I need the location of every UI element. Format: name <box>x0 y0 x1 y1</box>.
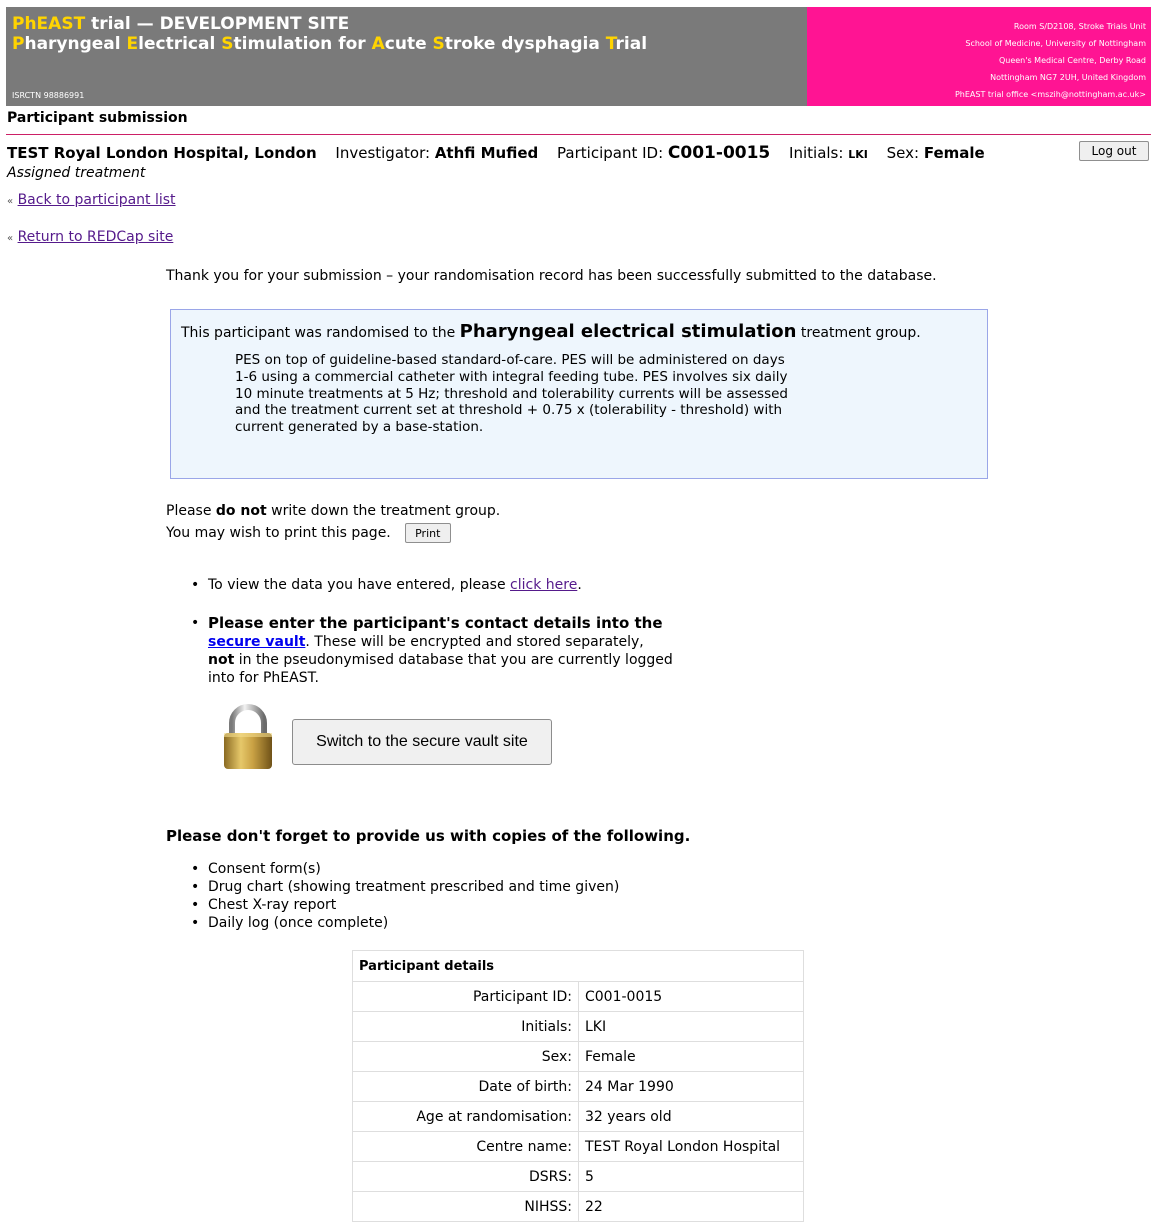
print-note: You may wish to print this page. Print <box>166 523 451 543</box>
address-line: Queen's Medical Centre, Derby Road <box>998 56 1146 65</box>
list-item: Daily log (once complete) <box>191 914 619 932</box>
initials-value: LKI <box>848 148 868 161</box>
participant-id: C001-0015 <box>667 143 771 163</box>
back-to-participant-list-link[interactable]: Back to participant list <box>18 192 176 208</box>
list-item: Consent form(s) <box>191 860 619 878</box>
table-row: Participant ID: C001-0015 <box>352 981 804 1012</box>
participant-id-label: Participant ID: <box>557 144 664 162</box>
submission-message: Thank you for your submission – your ran… <box>166 268 937 284</box>
table-row: Sex: Female <box>352 1041 804 1072</box>
page-subtitle: Participant submission <box>7 110 188 126</box>
required-documents-list: Consent form(s) Drug chart (showing trea… <box>191 860 619 932</box>
sex-label: Sex: <box>886 144 920 162</box>
contact-address: Room S/D2108, Stroke Trials Unit School … <box>955 18 1146 103</box>
banner-trial-name: Pharyngeal Electrical Stimulation for Ac… <box>12 34 648 54</box>
investigator-label: Investigator: <box>335 144 431 162</box>
redcap-nav: « Return to REDCap site <box>7 229 173 245</box>
randomisation-statement: This participant was randomised to the P… <box>181 321 921 342</box>
print-button[interactable]: Print <box>404 523 451 543</box>
table-row: NIHSS: 22 <box>352 1191 804 1222</box>
banner-title: PhEAST trial — DEVELOPMENT SITE <box>12 14 350 34</box>
table-row: Centre name: TEST Royal London Hospital <box>352 1131 804 1162</box>
address-line: Room S/D2108, Stroke Trials Unit <box>1013 22 1146 31</box>
table-row: Age at randomisation: 32 years old <box>352 1101 804 1132</box>
isrctn-number: ISRCTN 98886991 <box>12 91 85 100</box>
table-row: Date of birth: 24 Mar 1990 <box>352 1071 804 1102</box>
banner-left-panel: PhEAST trial — DEVELOPMENT SITE Pharynge… <box>6 7 807 106</box>
randomisation-result-box: This participant was randomised to the P… <box>170 309 988 479</box>
list-item: Drug chart (showing treatment prescribed… <box>191 878 619 896</box>
section-title: Assigned treatment <box>7 165 146 181</box>
chevron-left-icon: « <box>7 233 14 244</box>
logout-button[interactable]: Log out <box>1079 141 1149 161</box>
secure-vault-instructions: Please enter the participant's contact d… <box>191 614 698 687</box>
secure-vault-link[interactable]: secure vault <box>208 634 305 650</box>
treatment-description: PES on top of guideline-based standard-o… <box>235 352 788 436</box>
copies-heading: Please don't forget to provide us with c… <box>166 827 691 845</box>
header-divider <box>6 134 1151 135</box>
click-here-link[interactable]: click here <box>510 577 577 593</box>
treatment-group-name: Pharyngeal electrical stimulation <box>459 321 797 342</box>
investigator-name: Athfi Mufied <box>434 144 539 162</box>
chevron-left-icon: « <box>7 196 14 207</box>
address-line: School of Medicine, University of Nottin… <box>965 39 1146 48</box>
return-to-redcap-link[interactable]: Return to REDCap site <box>18 229 174 245</box>
switch-to-secure-vault-button[interactable]: Switch to the secure vault site <box>292 719 552 765</box>
participant-details-table: Participant details Participant ID: C001-… <box>352 950 804 1222</box>
address-line: Nottingham NG7 2UH, United Kingdom <box>990 73 1146 82</box>
back-nav: « Back to participant list <box>7 192 176 208</box>
banner-right-panel: Room S/D2108, Stroke Trials Unit School … <box>807 7 1151 106</box>
do-not-write-note: Please do not write down the treatment g… <box>166 503 501 519</box>
table-row: Initials: LKI <box>352 1011 804 1042</box>
participant-info-bar: TEST Royal London Hospital, London Inves… <box>7 143 985 163</box>
padlock-icon <box>224 704 272 769</box>
sex-value: Female <box>923 144 985 162</box>
site-banner: PhEAST trial — DEVELOPMENT SITE Pharynge… <box>6 7 1151 106</box>
list-item: Chest X-ray report <box>191 896 619 914</box>
address-line: PhEAST trial office <mszih@nottingham.ac… <box>954 90 1146 99</box>
table-row: DSRS: 5 <box>352 1161 804 1192</box>
table-heading: Participant details <box>352 950 804 982</box>
site-name: TEST Royal London Hospital, London <box>7 144 317 162</box>
initials-label: Initials: <box>789 144 844 162</box>
